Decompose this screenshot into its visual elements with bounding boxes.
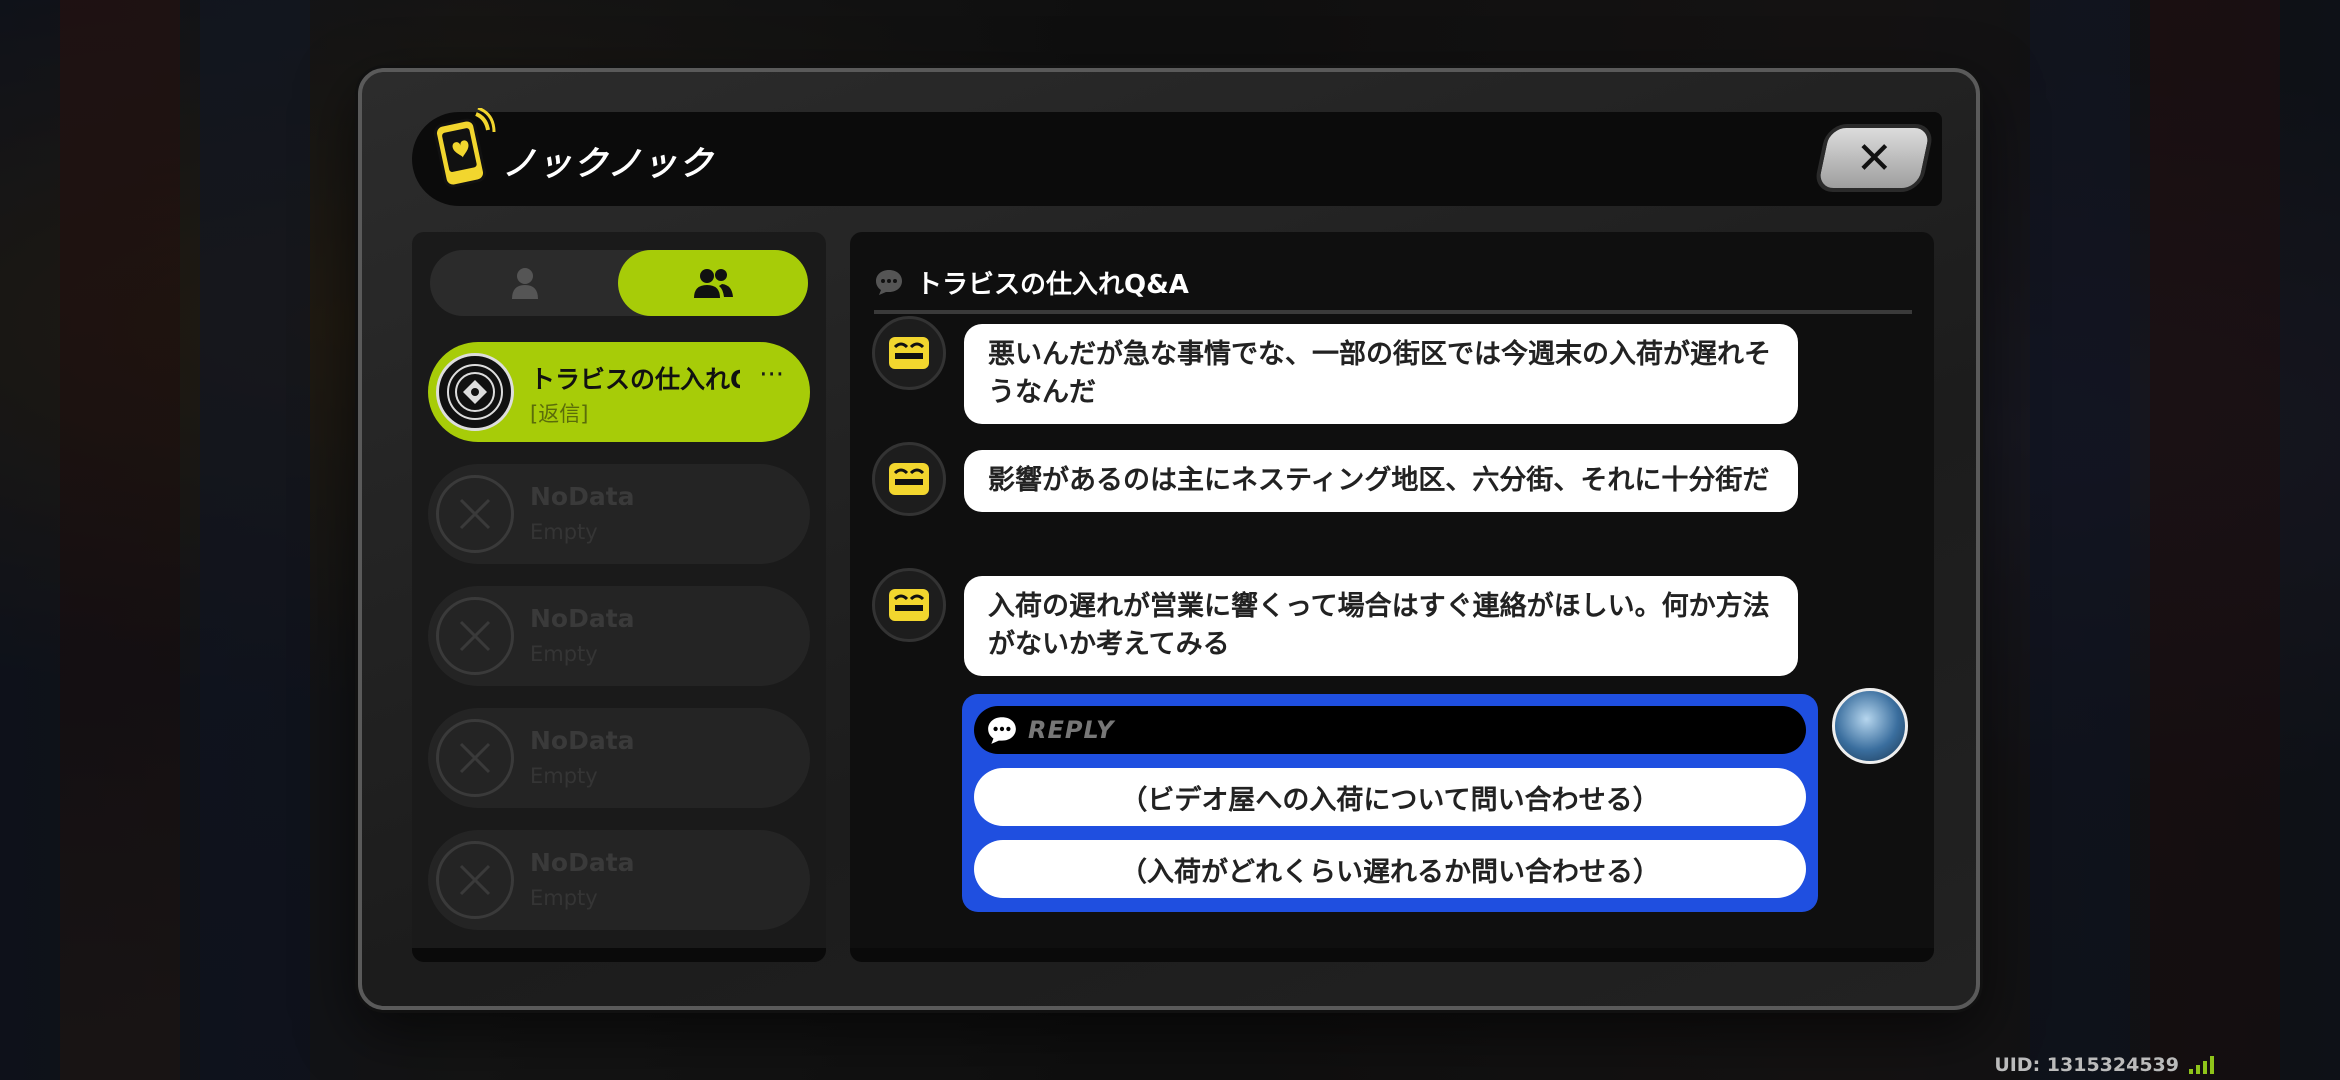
contact-name: NoData (530, 726, 635, 755)
chat-panel: トラビスの仕入れQ&A 悪いんだが急な事情でな、一部の街区では今週末の入荷が遅れ… (850, 232, 1934, 962)
empty-slot-icon (436, 475, 514, 553)
signal-icon (2189, 1056, 2214, 1074)
group-icon (694, 269, 733, 298)
contact-item-empty[interactable]: NoData Empty (428, 464, 810, 564)
close-button[interactable]: ✕ (1812, 124, 1936, 192)
chat-header: トラビスの仕入れQ&A (874, 262, 1189, 302)
empty-slot-icon (436, 597, 514, 675)
contact-item-empty[interactable]: NoData Empty (428, 586, 810, 686)
contact-item-travis[interactable]: トラビスの仕入れQ [返信] ··· (428, 342, 810, 442)
tab-single-chat[interactable] (430, 250, 620, 316)
chat-type-tabs (430, 250, 808, 316)
empty-slot-icon (436, 841, 514, 919)
contact-status: Empty (530, 886, 598, 910)
reply-label: REPLY (1028, 716, 1115, 744)
reply-option-button[interactable]: （ビデオ屋への入荷について問い合わせる） (974, 768, 1806, 826)
message-bubble: 影響があるのは主にネスティング地区、六分街、それに十分街だ (964, 450, 1798, 512)
phaethon-logo-avatar (436, 353, 514, 431)
player-avatar (1832, 688, 1908, 764)
message-bubble: 悪いんだが急な事情でな、一部の街区では今週末の入荷が遅れそうなんだ (964, 324, 1798, 424)
contact-status: Empty (530, 764, 598, 788)
reply-options-box: REPLY （ビデオ屋への入荷について問い合わせる） （入荷がどれくらい遅れるか… (962, 694, 1818, 912)
uid-text: UID: 1315324539 (1994, 1054, 2179, 1076)
contact-list-panel: トラビスの仕入れQ [返信] ··· NoData Empty NoData E… (412, 232, 826, 962)
reply-option-button[interactable]: （入荷がどれくらい遅れるか問い合わせる） (974, 840, 1806, 898)
contact-item-empty[interactable]: NoData Empty (428, 830, 810, 930)
reply-header: REPLY (974, 706, 1806, 754)
chat-title: トラビスの仕入れQ&A (916, 269, 1189, 300)
dialog-title: ノックノック (502, 144, 715, 184)
travis-avatar-icon (872, 442, 946, 516)
contact-status: [返信] (530, 402, 589, 426)
phone-heart-icon (433, 108, 496, 188)
travis-avatar-icon (872, 316, 946, 390)
divider (874, 310, 1912, 314)
empty-slot-icon (436, 719, 514, 797)
tab-group-chat[interactable] (618, 250, 808, 316)
contact-status: Empty (530, 642, 598, 666)
chat-bubble-icon (988, 717, 1016, 744)
chat-bubble-icon (876, 270, 902, 295)
contact-status: Empty (530, 520, 598, 544)
contact-name: トラビスの仕入れQ (530, 365, 740, 394)
contact-item-empty[interactable]: NoData Empty (428, 708, 810, 808)
travis-avatar-icon (872, 568, 946, 642)
person-icon (512, 268, 538, 299)
dialog-header: ノックノック ✕ (412, 108, 1942, 206)
contact-name: NoData (530, 482, 635, 511)
knock-knock-dialog: ノックノック ✕ トラビスの仕入れQ [返信] ··· NoData Empty… (358, 68, 1980, 1010)
more-icon: ··· (759, 360, 784, 390)
uid-footer: UID: 1315324539 (1994, 1054, 2214, 1076)
message-bubble: 入荷の遅れが営業に響くって場合はすぐ連絡がほしい。何か方法がないか考えてみる (964, 576, 1798, 676)
contact-name: NoData (530, 604, 635, 633)
contact-name: NoData (530, 848, 635, 877)
close-icon: ✕ (1855, 132, 1893, 184)
